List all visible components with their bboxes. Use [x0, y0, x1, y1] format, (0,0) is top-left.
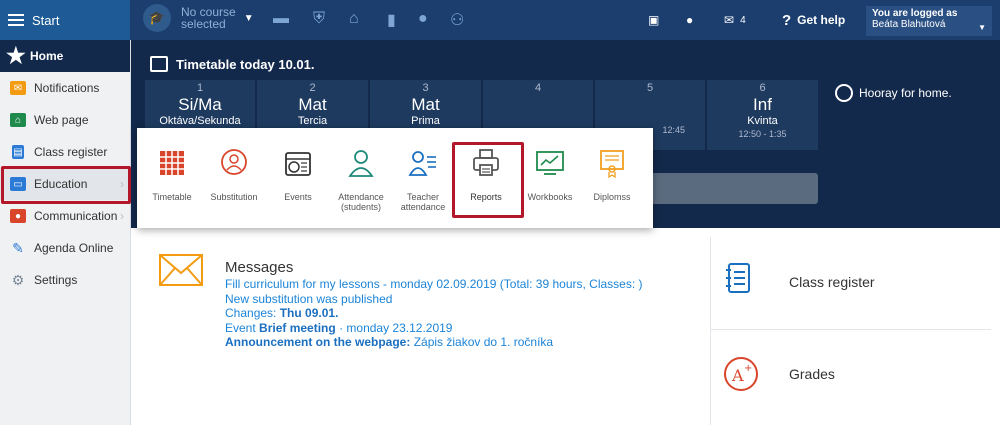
- sidebar-item-agenda-online[interactable]: ✎ Agenda Online: [0, 232, 130, 264]
- svg-text:+: +: [744, 363, 752, 374]
- gear-icon: ⚙: [11, 271, 25, 288]
- sidebar-item-class-register[interactable]: ▤ Class register: [0, 136, 130, 168]
- question-icon: ?: [782, 11, 792, 29]
- shield-icon[interactable]: ⛨: [313, 10, 325, 28]
- menu-item-workbooks[interactable]: Workbooks: [520, 128, 580, 228]
- sidebar-item-home[interactable]: ★ Home: [0, 40, 130, 72]
- menu-item-teacher-attendance[interactable]: Teacher attendance: [393, 128, 453, 228]
- chat-bubbles-icon[interactable]: ●: [686, 0, 693, 40]
- course-selector[interactable]: 🎓 No course selected ▼: [143, 4, 254, 32]
- menu-item-events[interactable]: Events: [268, 128, 328, 228]
- sidebar-item-notifications[interactable]: ✉ Notifications: [0, 72, 130, 104]
- menu-item-substitution[interactable]: Substitution: [204, 128, 264, 228]
- briefcase-icon[interactable]: ▬: [273, 10, 289, 28]
- messages-list: Fill curriculum for my lessons - monday …: [225, 277, 643, 350]
- attendance-person-icon: [348, 150, 374, 177]
- start-menu-button[interactable]: Start: [0, 0, 130, 40]
- get-help-label: Get help: [797, 13, 846, 27]
- sidebar-item-communication[interactable]: ● Communication ›: [0, 200, 130, 232]
- shortcuts-panel: Class register A + Grades: [710, 237, 991, 425]
- hamburger-icon: [8, 11, 24, 29]
- register-icon: ▤: [12, 145, 24, 159]
- message-link[interactable]: Event Brief meeting · monday 23.12.2019: [225, 321, 643, 336]
- bank-icon[interactable]: ⌂: [349, 10, 359, 28]
- events-calendar-icon: [285, 152, 311, 176]
- chevron-down-icon: ▼: [243, 12, 254, 24]
- lesson-cell[interactable]: 6 Inf Kvinta 12:50 - 1:35: [707, 80, 818, 150]
- highlight-reports: [452, 142, 524, 218]
- chevron-down-icon: ▼: [978, 23, 986, 32]
- timetable-grid-icon: [160, 151, 184, 175]
- get-help-button[interactable]: ? Get help: [782, 0, 845, 40]
- bar-chart-icon[interactable]: ▮: [387, 10, 396, 30]
- message-link[interactable]: Fill curriculum for my lessons - monday …: [225, 277, 643, 292]
- user-name: Beáta Blahutová: [872, 19, 946, 30]
- timetable-title: Timetable today 10.01.: [150, 56, 315, 72]
- shortcut-grades[interactable]: A + Grades: [711, 329, 991, 421]
- envelope-icon: ✉: [10, 81, 26, 95]
- sidebar-item-settings[interactable]: ⚙ Settings: [0, 264, 130, 296]
- messages-count: 4: [740, 14, 746, 26]
- clock-icon: [835, 84, 853, 102]
- education-submenu: Timetable Substitution Events Attendance…: [137, 128, 653, 228]
- start-label: Start: [32, 12, 60, 28]
- screen-icon[interactable]: ▣: [648, 0, 659, 40]
- graduation-cap-icon: 🎓: [143, 4, 171, 32]
- pen-icon: ✎: [12, 239, 24, 256]
- message-link[interactable]: New substitution was published: [225, 292, 643, 307]
- chevron-right-icon: ›: [120, 209, 124, 223]
- search-bar[interactable]: [650, 173, 818, 204]
- workbooks-chart-icon: [536, 151, 564, 175]
- payment-icon[interactable]: ●: [418, 10, 428, 28]
- calendar-icon: [150, 56, 168, 72]
- teacher-attendance-icon: [408, 151, 436, 176]
- substitution-person-icon: [221, 149, 247, 175]
- messages-button[interactable]: ✉ 4: [724, 0, 746, 40]
- mail-icon: ✉: [724, 13, 735, 27]
- shortcut-class-register[interactable]: Class register: [711, 237, 991, 330]
- course-line2: selected: [181, 17, 226, 31]
- menu-item-attendance-students[interactable]: Attendance (students): [331, 128, 391, 228]
- star-icon: ★: [6, 43, 26, 68]
- user-menu[interactable]: You are logged as Beáta Blahutová ▼: [866, 6, 992, 36]
- svg-text:A: A: [731, 366, 744, 385]
- hooray-note: Hooray for home.: [835, 84, 952, 102]
- menu-item-timetable[interactable]: Timetable: [142, 128, 202, 228]
- messages-envelope-icon: [159, 254, 203, 286]
- register-book-icon: [726, 263, 750, 293]
- messages-title: Messages: [225, 259, 294, 276]
- top-bar: Start 🎓 No course selected ▼ ▬ ⛨ ⌂ ▮ ● ⚇…: [0, 0, 1000, 40]
- chat-icon: ●: [10, 209, 26, 223]
- diploma-icon: [600, 150, 624, 178]
- menu-item-diploms[interactable]: Diplomss: [582, 128, 642, 228]
- sidebar: ★ Home ✉ Notifications ⌂ Web page ▤ Clas…: [0, 40, 131, 425]
- highlight-education: [1, 166, 131, 204]
- message-link[interactable]: Changes: Thu 09.01.: [225, 306, 643, 321]
- message-link[interactable]: Announcement on the webpage: Zápis žiako…: [225, 335, 643, 350]
- people-icon[interactable]: ⚇: [450, 10, 464, 30]
- grade-a-plus-icon: A +: [724, 357, 758, 391]
- logged-as-label: You are logged as: [872, 8, 958, 19]
- sidebar-item-web-page[interactable]: ⌂ Web page: [0, 104, 130, 136]
- house-icon: ⌂: [10, 113, 26, 127]
